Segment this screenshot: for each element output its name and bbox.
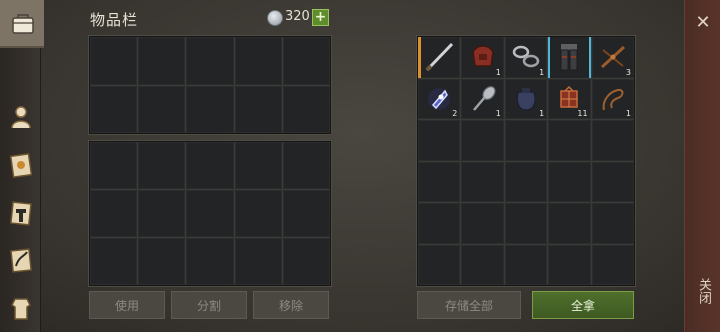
inventory-slot[interactable] bbox=[138, 190, 186, 237]
character-icon[interactable] bbox=[6, 102, 36, 132]
inventory-slot[interactable] bbox=[138, 142, 186, 189]
inventory-slot[interactable] bbox=[186, 238, 234, 285]
inventory-slot[interactable] bbox=[282, 85, 330, 133]
split-button[interactable]: 分割 bbox=[171, 291, 247, 319]
item-quantity: 1 bbox=[495, 109, 501, 118]
inventory-slot[interactable] bbox=[138, 37, 186, 85]
add-currency-button[interactable]: + bbox=[312, 9, 329, 26]
storage-slot-whip[interactable]: 1 bbox=[591, 78, 634, 119]
inventory-slot[interactable] bbox=[186, 37, 234, 85]
storage-slot[interactable] bbox=[418, 244, 461, 285]
storage-slot-chain[interactable]: 1 bbox=[504, 37, 548, 78]
item-quantity: 11 bbox=[577, 109, 588, 118]
storage-slot[interactable] bbox=[548, 161, 591, 202]
close-panel[interactable]: ✕ 关闭 bbox=[684, 0, 720, 332]
inventory-slot[interactable] bbox=[234, 238, 282, 285]
leg-armor-icon bbox=[551, 40, 587, 75]
sidebar bbox=[0, 0, 44, 332]
item-quantity: 1 bbox=[495, 67, 501, 77]
item-quantity: 2 bbox=[452, 109, 458, 118]
inventory-slot[interactable] bbox=[90, 85, 138, 133]
inventory-slot[interactable] bbox=[90, 190, 138, 237]
storage-slot-leg-armor[interactable] bbox=[548, 37, 591, 78]
storage-slot[interactable] bbox=[461, 203, 504, 244]
inventory-panel-bottom bbox=[88, 140, 332, 287]
item-quantity: 1 bbox=[539, 109, 545, 118]
item-quantity: 1 bbox=[625, 109, 631, 118]
armor-icon[interactable] bbox=[6, 292, 36, 322]
recipe-book-icon[interactable] bbox=[6, 150, 36, 180]
inventory-slot[interactable] bbox=[234, 142, 282, 189]
page-title: 物品栏 bbox=[90, 11, 139, 29]
item-quantity: 1 bbox=[539, 67, 545, 77]
inventory-slot[interactable] bbox=[186, 142, 234, 189]
storage-slot[interactable] bbox=[504, 203, 548, 244]
currency-count: 320 bbox=[285, 9, 310, 24]
storage-slot[interactable] bbox=[418, 120, 461, 161]
storage-slot[interactable] bbox=[461, 161, 504, 202]
inventory-slot[interactable] bbox=[234, 85, 282, 133]
inventory-slot[interactable] bbox=[138, 238, 186, 285]
inventory-panel-top bbox=[88, 35, 332, 135]
inventory-slot[interactable] bbox=[138, 85, 186, 133]
silver-coin-icon bbox=[267, 10, 283, 26]
inventory-slot[interactable] bbox=[282, 238, 330, 285]
close-label: 关闭 bbox=[696, 278, 711, 304]
storage-slot-saddle[interactable]: 1 bbox=[461, 37, 504, 78]
storage-slot-crossbow[interactable]: 3 bbox=[591, 37, 634, 78]
storage-slot-sack[interactable]: 1 bbox=[504, 78, 548, 119]
inventory-slot[interactable] bbox=[282, 190, 330, 237]
close-icon[interactable]: ✕ bbox=[685, 8, 720, 36]
sword-icon bbox=[421, 40, 457, 75]
storage-slot[interactable] bbox=[418, 161, 461, 202]
backpack-icon bbox=[8, 8, 38, 38]
sidebar-tab-inventory[interactable] bbox=[0, 0, 44, 48]
storage-panel: 1 1 3 2 1 1 11 1 bbox=[416, 35, 636, 287]
crafting-hammer-icon[interactable] bbox=[6, 198, 36, 228]
use-button[interactable]: 使用 bbox=[89, 291, 165, 319]
inventory-slot[interactable] bbox=[90, 142, 138, 189]
storage-slot[interactable] bbox=[418, 203, 461, 244]
storage-slot[interactable] bbox=[548, 244, 591, 285]
storage-slot-crystal[interactable]: 2 bbox=[418, 78, 461, 119]
inventory-slot[interactable] bbox=[282, 37, 330, 85]
storage-slot-sword[interactable] bbox=[418, 37, 461, 78]
store-all-button[interactable]: 存储全部 bbox=[417, 291, 521, 319]
storage-slot[interactable] bbox=[591, 120, 634, 161]
storage-slot[interactable] bbox=[504, 161, 548, 202]
inventory-slot[interactable] bbox=[90, 37, 138, 85]
inventory-slot[interactable] bbox=[186, 190, 234, 237]
storage-slot[interactable] bbox=[591, 203, 634, 244]
storage-slot[interactable] bbox=[504, 244, 548, 285]
storage-slot-spoon[interactable]: 1 bbox=[461, 78, 504, 119]
storage-slot[interactable] bbox=[591, 161, 634, 202]
storage-slot[interactable] bbox=[548, 203, 591, 244]
storage-slot[interactable] bbox=[504, 120, 548, 161]
storage-slot-lantern[interactable]: 11 bbox=[548, 78, 591, 119]
scroll-icon[interactable] bbox=[6, 245, 36, 275]
inventory-slot[interactable] bbox=[234, 37, 282, 85]
storage-slot[interactable] bbox=[461, 244, 504, 285]
item-quantity: 3 bbox=[625, 67, 631, 77]
remove-button[interactable]: 移除 bbox=[253, 291, 329, 319]
storage-slot[interactable] bbox=[461, 120, 504, 161]
inventory-slot[interactable] bbox=[282, 142, 330, 189]
inventory-slot[interactable] bbox=[90, 238, 138, 285]
inventory-slot[interactable] bbox=[186, 85, 234, 133]
take-all-button[interactable]: 全拿 bbox=[532, 291, 634, 319]
storage-slot[interactable] bbox=[548, 120, 591, 161]
storage-slot[interactable] bbox=[591, 244, 634, 285]
inventory-slot[interactable] bbox=[234, 190, 282, 237]
